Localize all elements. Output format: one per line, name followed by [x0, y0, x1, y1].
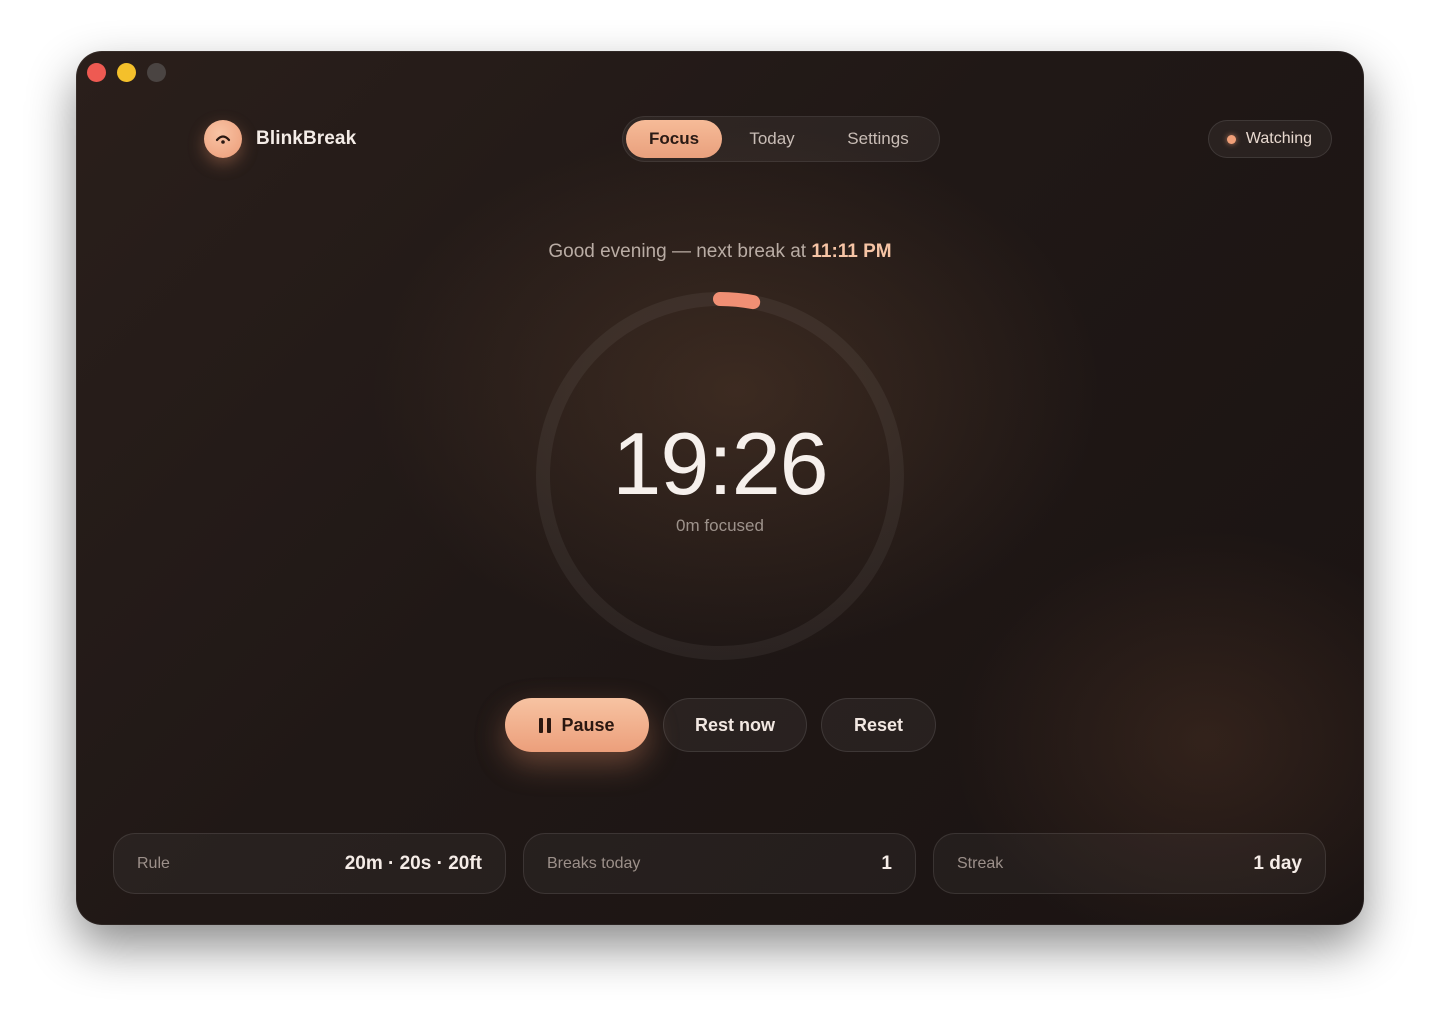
- timer-controls: Pause Rest now Reset: [505, 698, 936, 752]
- greeting-text: Good evening — next break at 11:11 PM: [76, 241, 1364, 263]
- timer-ring: 19:26 0m focused: [530, 286, 910, 666]
- tab-settings[interactable]: Settings: [822, 120, 934, 158]
- app-window: BlinkBreak Focus Today Settings Watching…: [76, 51, 1364, 925]
- pause-label: Pause: [561, 714, 615, 735]
- stat-label: Streak: [957, 854, 1004, 872]
- stat-value: 20m · 20s · 20ft: [344, 852, 482, 874]
- greeting-prefix: Good evening — next break at: [548, 241, 812, 262]
- pause-icon: [539, 717, 552, 733]
- brand: BlinkBreak: [204, 120, 356, 158]
- stat-card-breaks-today: Breaks today 1: [523, 833, 916, 894]
- stats-row: Rule 20m · 20s · 20ft Breaks today 1 Str…: [113, 833, 1326, 894]
- app-name: BlinkBreak: [256, 128, 357, 149]
- tab-bar: Focus Today Settings: [622, 116, 940, 162]
- minimize-window-button[interactable]: [117, 63, 136, 82]
- time-remaining: 19:26: [612, 414, 828, 513]
- next-break-time: 11:11 PM: [811, 241, 892, 262]
- pause-button[interactable]: Pause: [505, 698, 649, 752]
- close-window-button[interactable]: [87, 63, 106, 82]
- status-label: Watching: [1245, 130, 1312, 147]
- status-dot-icon: [1226, 134, 1236, 144]
- status-badge[interactable]: Watching: [1207, 120, 1332, 158]
- stat-label: Rule: [137, 854, 170, 872]
- stat-card-streak: Streak 1 day: [933, 833, 1326, 894]
- stat-card-rule: Rule 20m · 20s · 20ft: [113, 833, 506, 894]
- stat-value: 1 day: [1253, 852, 1302, 874]
- stat-label: Breaks today: [547, 854, 641, 872]
- eye-arc-icon: [204, 120, 242, 158]
- focused-duration: 0m focused: [676, 516, 764, 535]
- zoom-window-button[interactable]: [147, 63, 166, 82]
- stat-value: 1: [881, 852, 892, 874]
- window-controls: [87, 63, 166, 82]
- reset-button[interactable]: Reset: [821, 698, 936, 752]
- tab-focus[interactable]: Focus: [626, 120, 722, 158]
- rest-now-button[interactable]: Rest now: [663, 698, 807, 752]
- tab-today[interactable]: Today: [722, 120, 822, 158]
